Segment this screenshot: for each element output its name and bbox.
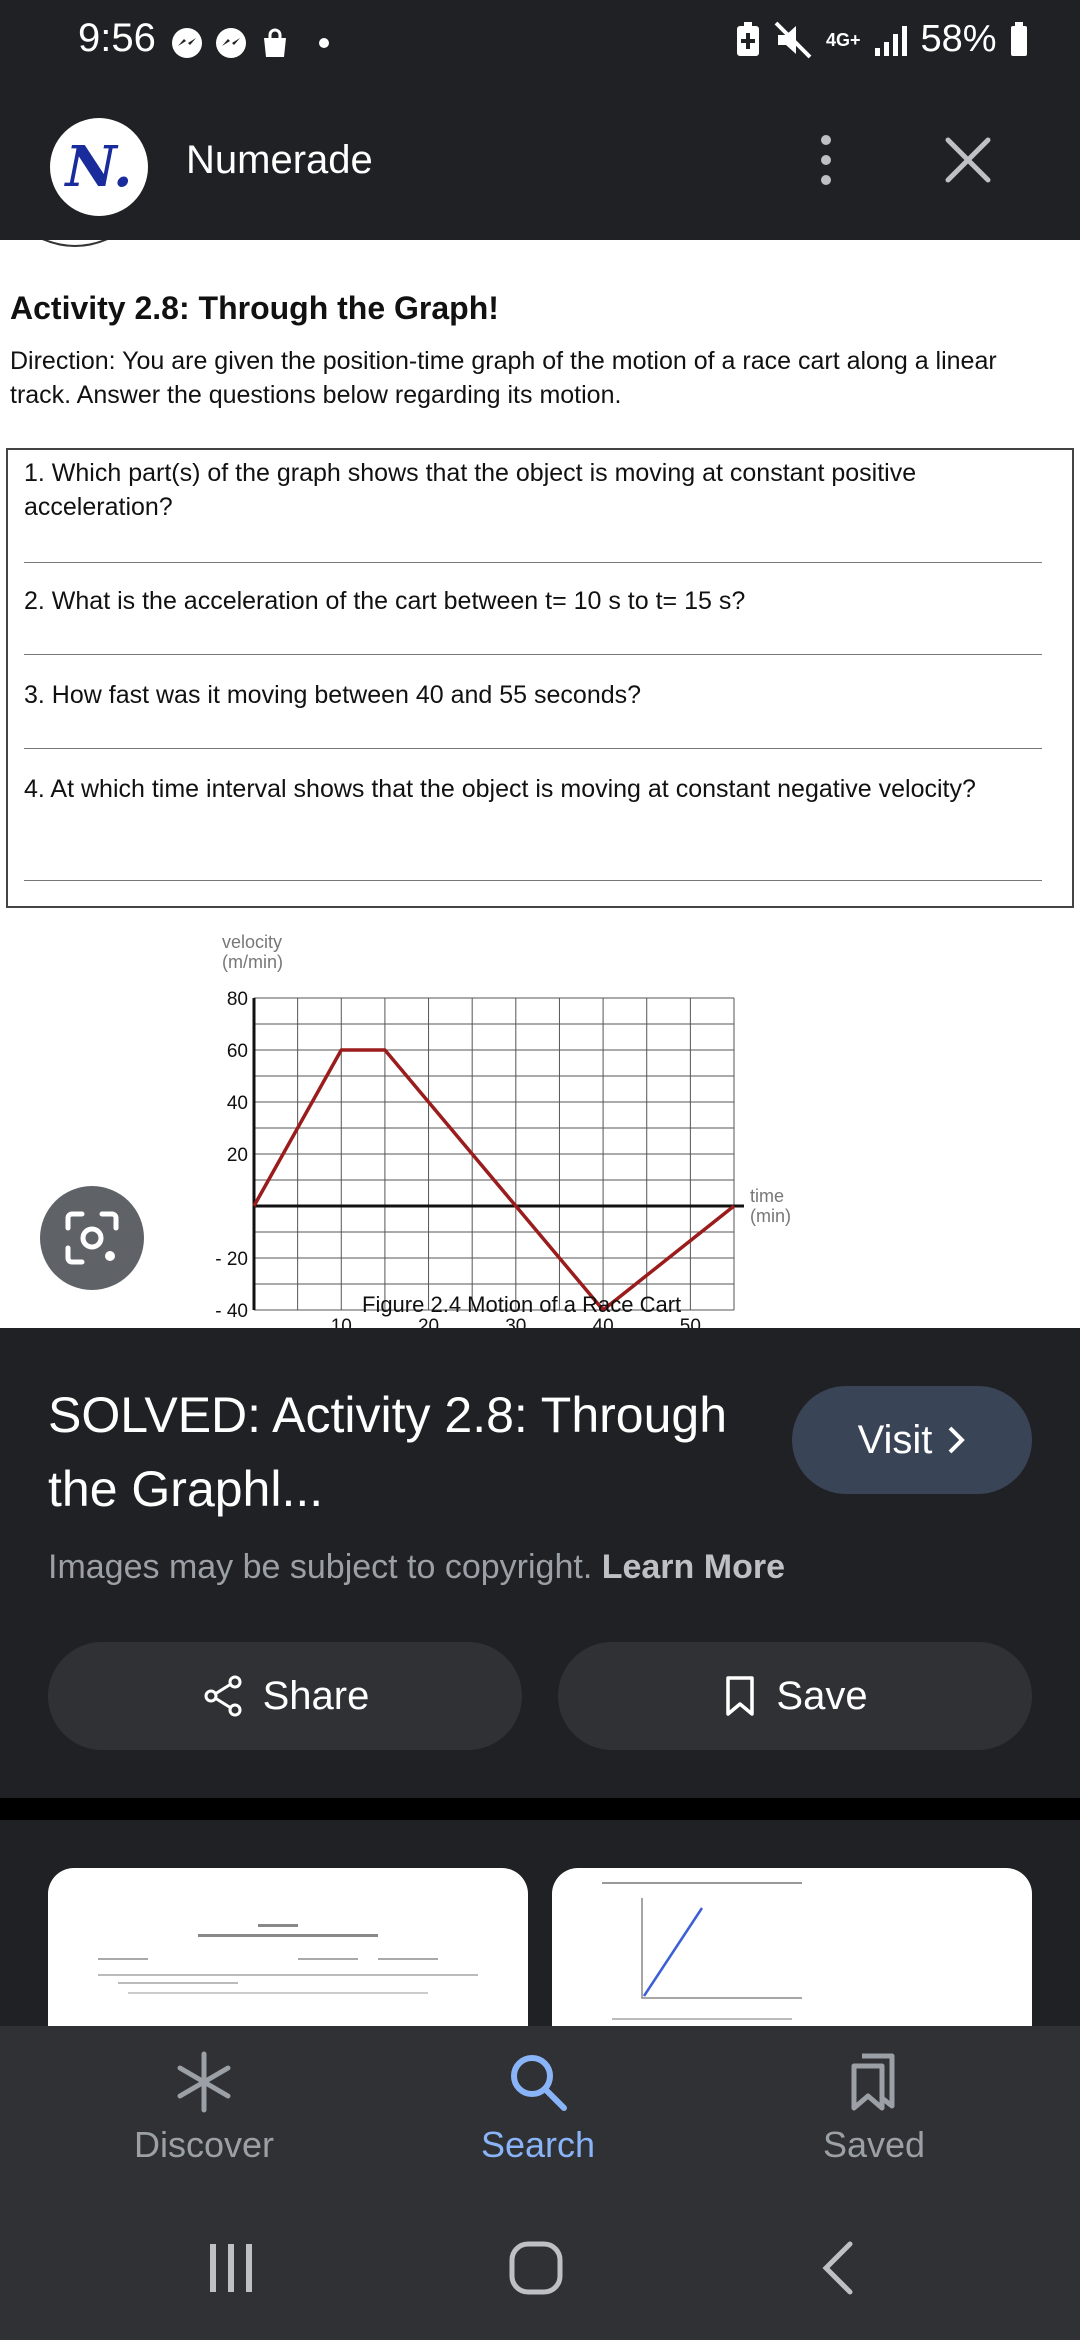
bookmarks-icon xyxy=(851,2053,895,2111)
status-time: 9:56 xyxy=(78,16,156,60)
signal-icon xyxy=(874,25,907,56)
share-icon xyxy=(204,1675,242,1717)
nav-search[interactable]: Search xyxy=(428,2050,648,2166)
visit-label: Visit xyxy=(857,1417,933,1462)
search-icon xyxy=(511,2055,567,2111)
y-tick-label: 80 xyxy=(227,989,248,1010)
lens-icon xyxy=(65,1211,119,1265)
figure-caption: Figure 2.4 Motion of a Race Cart xyxy=(362,1292,682,1317)
clipped-figure-edge xyxy=(42,240,108,247)
home-icon[interactable] xyxy=(508,2240,564,2296)
more-vert-icon xyxy=(821,135,831,185)
direction-text: Direction: You are given the position-ti… xyxy=(10,347,997,409)
save-button[interactable]: Save xyxy=(558,1642,1032,1750)
copyright-text: Images may be subject to copyright. xyxy=(48,1548,593,1586)
related-image-thumbnail[interactable] xyxy=(48,1868,528,2028)
questions-box: 1. Which part(s) of the graph shows that… xyxy=(6,448,1074,908)
y-axis-label: velocity xyxy=(222,932,282,952)
nav-saved-label: Saved xyxy=(822,2124,926,2165)
x-tick-label: 50 xyxy=(680,1316,701,1328)
recent-apps-icon[interactable] xyxy=(206,2240,258,2296)
site-name[interactable]: Numerade xyxy=(186,138,373,183)
y-tick-label: 60 xyxy=(227,1041,248,1062)
x-axis-unit: (min) xyxy=(750,1206,791,1226)
notification-icons xyxy=(170,26,336,60)
close-button[interactable] xyxy=(940,132,996,188)
mute-icon xyxy=(774,21,812,58)
x-axis-label: time xyxy=(750,1186,784,1206)
answer-line xyxy=(24,748,1042,749)
question-2: 2. What is the acceleration of the cart … xyxy=(24,587,746,615)
activity-title: Activity 2.8: Through the Graph! xyxy=(10,290,499,326)
nav-discover-label: Discover xyxy=(133,2124,275,2165)
answer-line xyxy=(24,562,1042,563)
question-3: 3. How fast was it moving between 40 and… xyxy=(24,681,642,709)
y-tick-label: 20 xyxy=(227,1145,248,1166)
app-header xyxy=(0,84,1080,240)
answer-line xyxy=(24,654,1042,655)
save-label: Save xyxy=(776,1673,868,1718)
more-options-button[interactable] xyxy=(806,130,846,190)
battery-icon xyxy=(1010,21,1027,56)
system-indicators: 4G+ 58% xyxy=(734,18,1029,61)
network-type: 4G+ xyxy=(826,29,861,50)
site-logo: N. xyxy=(50,118,148,216)
lens-button[interactable] xyxy=(40,1186,144,1290)
visit-button[interactable]: Visit xyxy=(792,1386,1032,1494)
image-preview[interactable]: Activity 2.8: Through the Graph! Directi… xyxy=(0,240,1080,1328)
bookmark-icon xyxy=(726,1676,755,1716)
related-image-thumbnail[interactable] xyxy=(552,1868,1032,2028)
close-icon xyxy=(945,137,991,183)
messenger-icon xyxy=(216,28,246,58)
y-tick-label: - 40 xyxy=(215,1301,248,1322)
messenger-icon xyxy=(172,28,202,58)
section-divider xyxy=(0,1798,1080,1820)
battery-saver-icon xyxy=(737,21,759,56)
nav-search-label: Search xyxy=(480,2124,596,2165)
y-axis-unit: (m/min) xyxy=(222,952,283,972)
learn-more-link[interactable]: Learn More xyxy=(602,1548,785,1586)
copyright-notice: Images may be subject to copyright. Lear… xyxy=(48,1548,785,1587)
answer-line xyxy=(24,880,1042,881)
system-navigation xyxy=(0,2218,1080,2318)
asterisk-icon xyxy=(177,2051,231,2113)
thumbnail-graph xyxy=(602,1882,802,2020)
nav-discover[interactable]: Discover xyxy=(94,2050,314,2166)
nav-saved[interactable]: Saved xyxy=(764,2050,984,2166)
result-title[interactable]: SOLVED: Activity 2.8: Through the Graphl… xyxy=(48,1378,768,1526)
y-tick-label: - 20 xyxy=(215,1249,248,1270)
back-icon[interactable] xyxy=(818,2240,858,2296)
velocity-time-chart: velocity(m/min) time(min) 80 60 40 20 - 20 - 40… xyxy=(215,932,791,1328)
logo-letter: N. xyxy=(65,134,133,200)
share-label: Share xyxy=(262,1673,370,1718)
x-tick-label: 10 xyxy=(331,1316,352,1328)
share-button[interactable]: Share xyxy=(48,1642,522,1750)
question-4: 4. At which time interval shows that the… xyxy=(24,775,976,803)
thumbnail-document xyxy=(98,1924,478,1994)
chevron-right-icon xyxy=(949,1426,966,1454)
shopping-bag-icon xyxy=(264,28,286,57)
y-tick-label: 40 xyxy=(227,1093,248,1114)
battery-percent: 58% xyxy=(920,18,997,60)
question-1: 1. Which part(s) of the graph shows that… xyxy=(24,459,917,521)
dot-icon xyxy=(319,38,329,48)
